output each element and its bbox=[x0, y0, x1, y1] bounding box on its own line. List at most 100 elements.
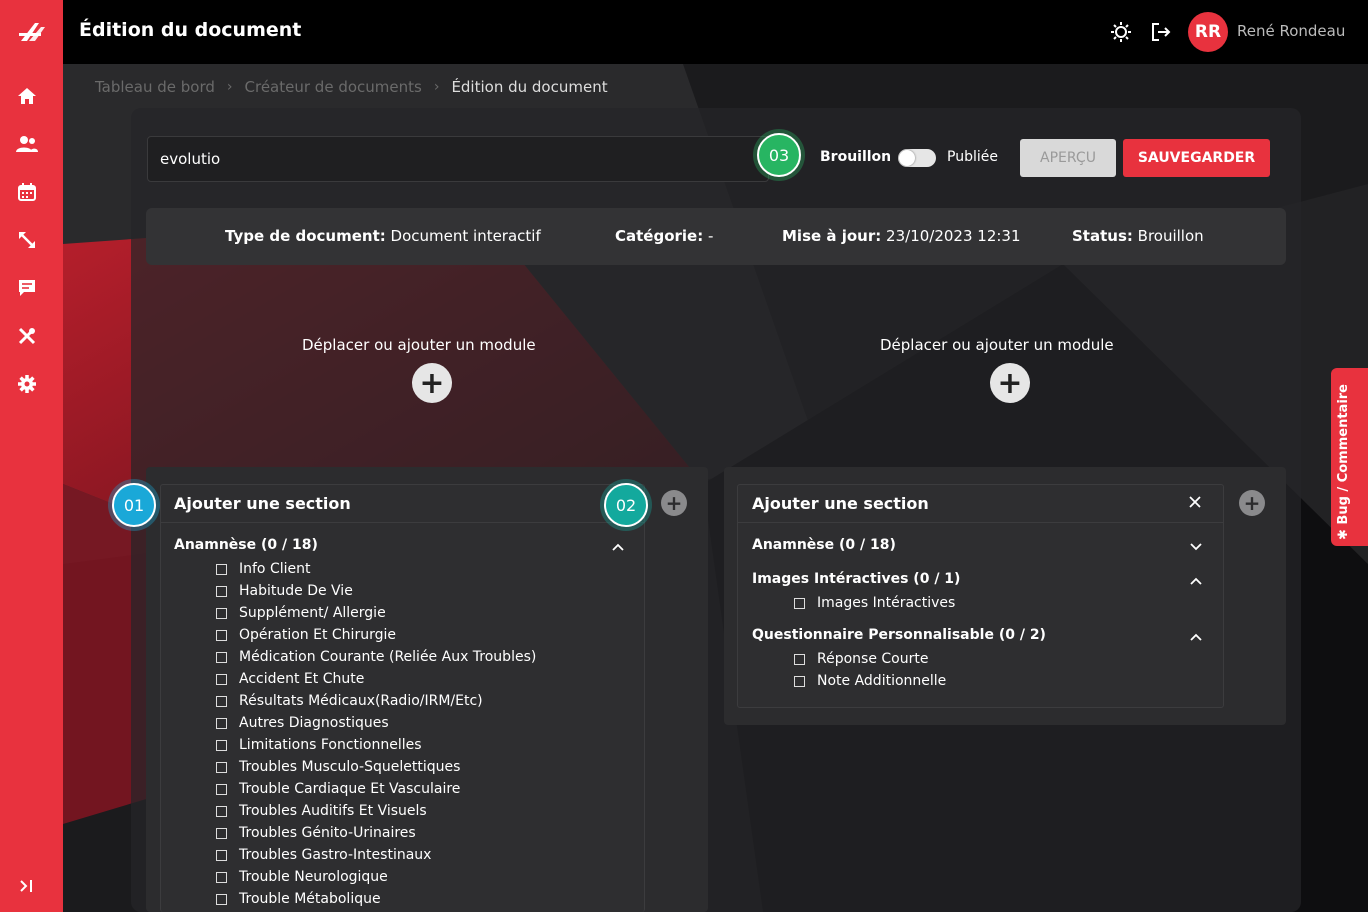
checkbox[interactable] bbox=[216, 673, 227, 685]
checkbox[interactable] bbox=[216, 695, 227, 707]
document-status-label: Status: bbox=[1072, 227, 1133, 245]
section-item[interactable]: Info Client bbox=[216, 561, 310, 577]
left-card-divider bbox=[161, 522, 644, 523]
group-anamnese[interactable]: Anamnèse (0 / 18) bbox=[174, 537, 318, 553]
document-category-label: Catégorie: bbox=[615, 227, 704, 245]
checkbox[interactable] bbox=[794, 653, 805, 665]
section-item[interactable]: Autres Diagnostiques bbox=[216, 715, 389, 731]
checkbox[interactable] bbox=[216, 563, 227, 575]
section-item[interactable]: Images Intéractives bbox=[794, 595, 955, 611]
group-anamnese-right[interactable]: Anamnèse (0 / 18) bbox=[752, 537, 896, 553]
gear-icon[interactable] bbox=[15, 372, 39, 396]
bug-icon: ✱ bbox=[1336, 524, 1351, 540]
collapse-sidebar-icon[interactable] bbox=[15, 874, 39, 898]
section-item[interactable]: Troubles Auditifs Et Visuels bbox=[216, 803, 427, 819]
checkbox[interactable] bbox=[794, 675, 805, 687]
add-module-right-button[interactable]: + bbox=[990, 363, 1030, 403]
top-bar: Édition du document RR René Rondeau bbox=[0, 0, 1368, 64]
breadcrumb-dashboard[interactable]: Tableau de bord bbox=[95, 78, 215, 96]
sidebar bbox=[0, 64, 63, 912]
section-item[interactable]: Habitude De Vie bbox=[216, 583, 353, 599]
section-item-label: Accident Et Chute bbox=[239, 671, 365, 687]
checkbox[interactable] bbox=[216, 871, 227, 883]
expand-arrows-icon[interactable] bbox=[15, 228, 39, 252]
step-badge-01: 01 bbox=[112, 483, 156, 527]
section-item[interactable]: Médication Courante (Reliée Aux Troubles… bbox=[216, 649, 536, 665]
section-item[interactable]: Accident Et Chute bbox=[216, 671, 364, 687]
chevron-up-icon[interactable] bbox=[1189, 574, 1203, 588]
module-dropzone-left-label: Déplacer ou ajouter un module bbox=[302, 336, 536, 354]
section-item[interactable]: Troubles Musculo-Squelettiques bbox=[216, 759, 460, 775]
checkbox[interactable] bbox=[216, 761, 227, 773]
section-item-label: Habitude De Vie bbox=[239, 583, 353, 599]
section-item-label: Réponse Courte bbox=[817, 651, 929, 667]
add-section-right-button[interactable]: + bbox=[1239, 490, 1265, 516]
calendar-icon[interactable] bbox=[15, 180, 39, 204]
breadcrumb-document-creator[interactable]: Créateur de documents bbox=[245, 78, 422, 96]
document-updated: Mise à jour: 23/10/2023 12:31 bbox=[782, 227, 1021, 245]
checkbox[interactable] bbox=[216, 629, 227, 641]
checkbox[interactable] bbox=[216, 651, 227, 663]
tools-icon[interactable] bbox=[15, 324, 39, 348]
section-item[interactable]: Trouble Métabolique bbox=[216, 891, 381, 907]
section-item[interactable]: Supplément/ Allergie bbox=[216, 605, 386, 621]
section-item[interactable]: Limitations Fonctionnelles bbox=[216, 737, 422, 753]
section-item-label: Troubles Génito-Urinaires bbox=[239, 825, 416, 841]
checkbox[interactable] bbox=[216, 827, 227, 839]
section-item-label: Opération Et Chirurgie bbox=[239, 627, 396, 643]
section-item-label: Troubles Gastro-Intestinaux bbox=[239, 847, 432, 863]
publish-toggle[interactable] bbox=[898, 149, 936, 167]
checkbox[interactable] bbox=[216, 893, 227, 905]
add-section-left-button[interactable]: + bbox=[661, 490, 687, 516]
section-item-label: Troubles Auditifs Et Visuels bbox=[239, 803, 427, 819]
section-item-label: Trouble Cardiaque Et Vasculaire bbox=[239, 781, 461, 797]
section-item[interactable]: Trouble Neurologique bbox=[216, 869, 388, 885]
checkbox[interactable] bbox=[216, 805, 227, 817]
feedback-tab-label[interactable]: ✱ Bug / Commentaire bbox=[1336, 370, 1351, 540]
section-item[interactable]: Note Additionnelle bbox=[794, 673, 946, 689]
section-item[interactable]: Opération Et Chirurgie bbox=[216, 627, 396, 643]
checkbox[interactable] bbox=[216, 717, 227, 729]
checkbox[interactable] bbox=[216, 585, 227, 597]
section-item-label: Images Intéractives bbox=[817, 595, 956, 611]
breadcrumb: Tableau de bord › Créateur de documents … bbox=[95, 78, 608, 96]
chevron-up-icon[interactable] bbox=[1189, 630, 1203, 644]
sun-icon[interactable] bbox=[1109, 20, 1133, 44]
section-item[interactable]: Troubles Génito-Urinaires bbox=[216, 825, 416, 841]
users-icon[interactable] bbox=[15, 132, 39, 156]
preview-button[interactable]: APERÇU bbox=[1020, 139, 1116, 177]
avatar[interactable]: RR bbox=[1188, 12, 1228, 52]
user-name[interactable]: René Rondeau bbox=[1237, 22, 1345, 40]
group-questionnaire[interactable]: Questionnaire Personnalisable (0 / 2) bbox=[752, 627, 1046, 643]
document-category-value: - bbox=[708, 227, 714, 245]
section-item[interactable]: Résultats Médicaux(Radio/IRM/Etc) bbox=[216, 693, 483, 709]
checkbox[interactable] bbox=[216, 849, 227, 861]
brand-logo-icon[interactable] bbox=[0, 0, 63, 64]
document-type-value: Document interactif bbox=[390, 227, 541, 245]
checkbox[interactable] bbox=[216, 739, 227, 751]
section-item-label: Trouble Métabolique bbox=[239, 891, 381, 907]
checkbox[interactable] bbox=[794, 597, 805, 609]
checkbox[interactable] bbox=[216, 783, 227, 795]
add-module-left-button[interactable]: + bbox=[412, 363, 452, 403]
section-item[interactable]: Réponse Courte bbox=[794, 651, 928, 667]
save-button[interactable]: SAUVEGARDER bbox=[1123, 139, 1270, 177]
section-item-label: Trouble Neurologique bbox=[239, 869, 388, 885]
module-dropzone-right-label: Déplacer ou ajouter un module bbox=[880, 336, 1114, 354]
chevron-up-icon[interactable] bbox=[611, 540, 625, 554]
section-item-label: Limitations Fonctionnelles bbox=[239, 737, 422, 753]
chevron-down-icon[interactable] bbox=[1189, 540, 1203, 554]
section-item-label: Info Client bbox=[239, 561, 311, 577]
page-title: Édition du document bbox=[79, 19, 302, 41]
logout-icon[interactable] bbox=[1149, 20, 1173, 44]
section-item[interactable]: Trouble Cardiaque Et Vasculaire bbox=[216, 781, 460, 797]
home-icon[interactable] bbox=[15, 84, 39, 108]
section-item-label: Supplément/ Allergie bbox=[239, 605, 386, 621]
document-name-input[interactable] bbox=[147, 136, 769, 182]
group-images-interactives[interactable]: Images Intéractives (0 / 1) bbox=[752, 571, 960, 587]
section-item[interactable]: Troubles Gastro-Intestinaux bbox=[216, 847, 431, 863]
checkbox[interactable] bbox=[216, 607, 227, 619]
message-icon[interactable] bbox=[15, 276, 39, 300]
document-type-label: Type de document: bbox=[225, 227, 386, 245]
close-icon[interactable] bbox=[1188, 495, 1202, 509]
